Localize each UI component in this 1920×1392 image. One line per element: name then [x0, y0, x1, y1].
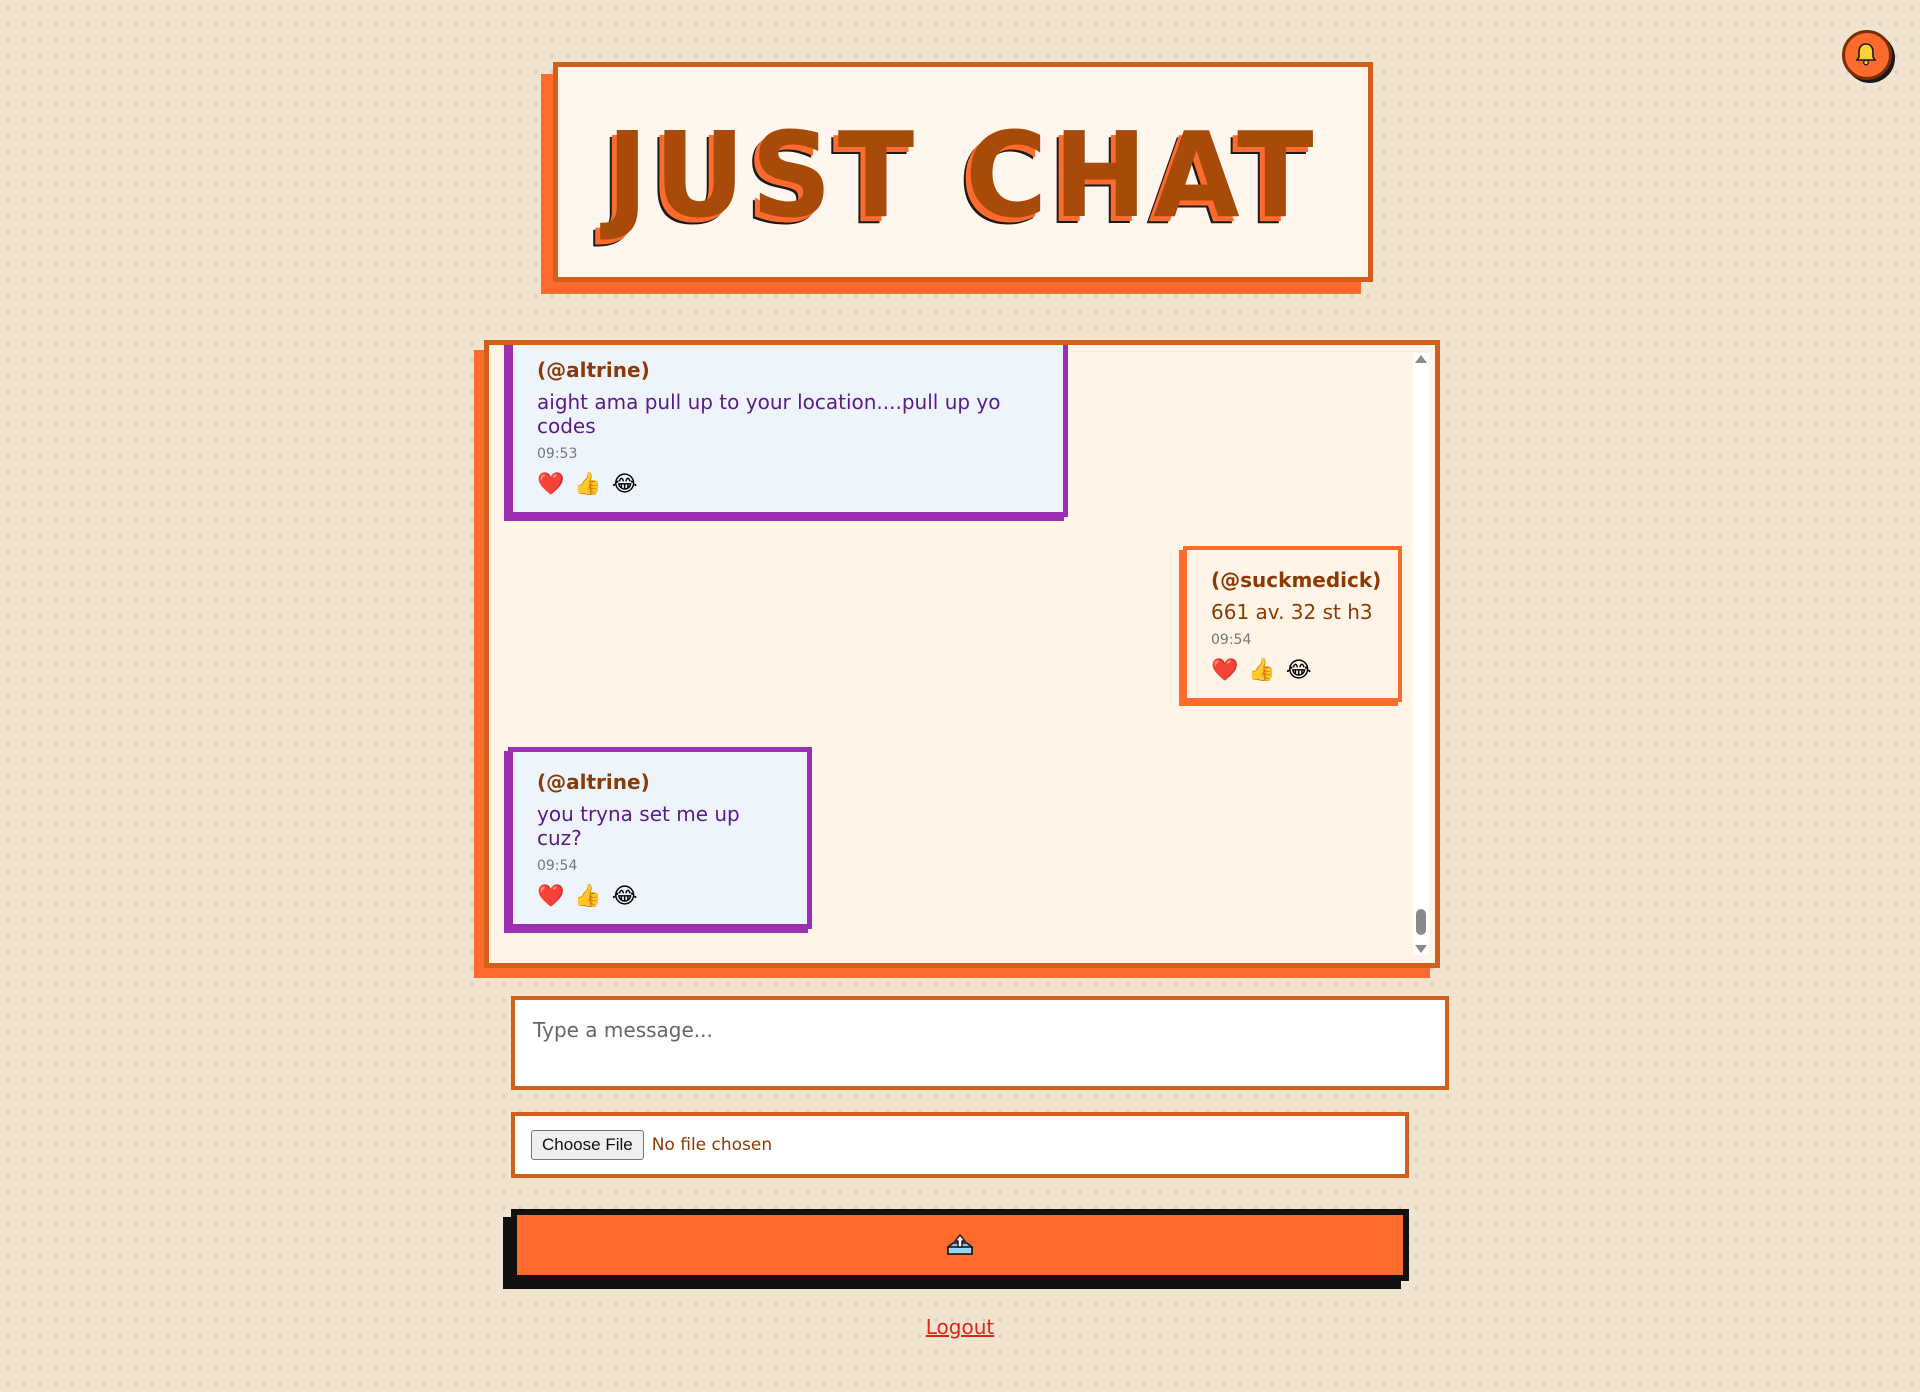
- file-upload-field: Choose File No file chosen: [511, 1112, 1409, 1178]
- thumbs-up-reaction-icon[interactable]: 👍: [1248, 660, 1275, 682]
- message-input[interactable]: [511, 996, 1449, 1090]
- app-title: JUST CHAT: [606, 107, 1320, 245]
- scrollbar-thumb[interactable]: [1416, 909, 1426, 935]
- choose-file-button[interactable]: Choose File: [531, 1130, 644, 1160]
- send-button[interactable]: [511, 1209, 1409, 1281]
- chat-scrollbar[interactable]: [1413, 353, 1429, 955]
- scroll-down-arrow-icon[interactable]: [1415, 945, 1427, 953]
- message-time: 09:54: [537, 858, 578, 874]
- send-tray-icon: [947, 1233, 973, 1255]
- message-username: (@suckmedick): [1211, 568, 1382, 592]
- laughing-reaction-icon[interactable]: 😂: [612, 886, 638, 908]
- chat-messages-panel[interactable]: (@altrine) aight ama pull up to your loc…: [484, 340, 1440, 968]
- file-status-text: No file chosen: [651, 1135, 773, 1155]
- heart-reaction-icon[interactable]: ❤️: [537, 474, 564, 496]
- laughing-reaction-icon[interactable]: 😂: [1286, 660, 1312, 682]
- message-reactions: ❤️ 👍 😂: [537, 886, 783, 908]
- message-time: 09:54: [1211, 632, 1252, 648]
- message-item: (@suckmedick) 661 av. 32 st h3 09:54 ❤️ …: [1183, 546, 1402, 702]
- heart-reaction-icon[interactable]: ❤️: [537, 886, 564, 908]
- message-text: you tryna set me up cuz?: [537, 802, 740, 850]
- scroll-up-arrow-icon[interactable]: [1415, 355, 1427, 363]
- app-title-banner: JUST CHAT: [553, 62, 1373, 282]
- message-username: (@altrine): [537, 770, 650, 794]
- thumbs-up-reaction-icon[interactable]: 👍: [574, 474, 601, 496]
- message-item: (@altrine) aight ama pull up to your loc…: [508, 345, 1068, 517]
- message-time: 09:53: [537, 446, 578, 462]
- message-reactions: ❤️ 👍 😂: [1211, 660, 1374, 682]
- laughing-reaction-icon[interactable]: 😂: [612, 474, 638, 496]
- message-username: (@altrine): [537, 358, 650, 382]
- message-item: (@altrine) you tryna set me up cuz? 09:5…: [508, 747, 812, 929]
- message-reactions: ❤️ 👍 😂: [537, 474, 1039, 496]
- logout-link[interactable]: Logout: [0, 1315, 1920, 1339]
- notification-bell-button[interactable]: [1842, 30, 1892, 80]
- bell-icon: [1855, 43, 1877, 66]
- message-text: 661 av. 32 st h3: [1211, 600, 1373, 624]
- thumbs-up-reaction-icon[interactable]: 👍: [574, 886, 601, 908]
- heart-reaction-icon[interactable]: ❤️: [1211, 660, 1238, 682]
- message-text: aight ama pull up to your location....pu…: [537, 390, 1001, 438]
